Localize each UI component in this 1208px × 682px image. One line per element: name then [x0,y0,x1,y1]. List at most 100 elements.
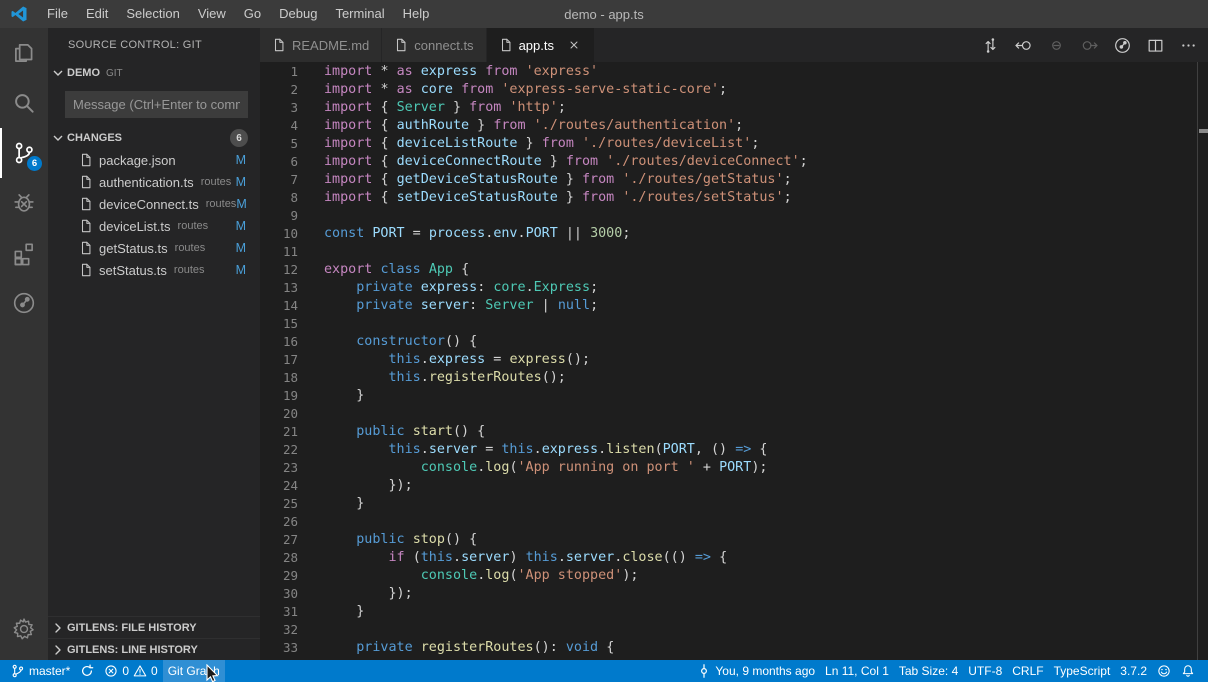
code-line-23[interactable]: 23 console.log('App running on port ' + … [260,459,1208,477]
activitybar-extensions[interactable] [0,228,48,278]
maximize-button[interactable] [1116,0,1162,28]
code-line-19[interactable]: 19 } [260,387,1208,405]
statusbar-indentation[interactable]: Tab Size: 4 [894,660,963,682]
code-line-11[interactable]: 11 [260,243,1208,261]
statusbar-encoding[interactable]: UTF-8 [963,660,1007,682]
changed-file-setStatus.ts[interactable]: setStatus.tsroutesM [48,259,260,281]
code-line-30[interactable]: 30 }); [260,585,1208,603]
statusbar-cursor-position[interactable]: Ln 11, Col 1 [820,660,894,682]
activitybar-debug[interactable] [0,178,48,228]
code-line-27[interactable]: 27 public stop() { [260,531,1208,549]
chevron-down-icon [50,65,66,81]
changed-file-getStatus.ts[interactable]: getStatus.tsroutesM [48,237,260,259]
code-line-9[interactable]: 9 [260,207,1208,225]
statusbar-language-mode[interactable]: TypeScript [1049,660,1116,682]
code-line-12[interactable]: 12export class App { [260,261,1208,279]
statusbar-branch-indicator[interactable]: master* [6,660,75,682]
tab-connect.ts[interactable]: connect.ts [382,28,486,62]
changed-file-deviceList.ts[interactable]: deviceList.tsroutesM [48,215,260,237]
code-line-21[interactable]: 21 public start() { [260,423,1208,441]
code-line-2[interactable]: 2import * as core from 'express-serve-st… [260,81,1208,99]
repo-section-header[interactable]: DEMO GIT [48,62,260,84]
minimize-button[interactable] [1070,0,1116,28]
statusbar-sync-button[interactable] [75,660,99,682]
tab-README.md[interactable]: README.md [260,28,382,62]
activitybar-explorer[interactable] [0,28,48,78]
code-line-26[interactable]: 26 [260,513,1208,531]
statusbar-label: 0 [122,664,129,678]
code-line-17[interactable]: 17 this.express = express(); [260,351,1208,369]
code-line-22[interactable]: 22 this.server = this.express.listen(POR… [260,441,1208,459]
changed-file-package.json[interactable]: package.jsonM [48,149,260,171]
gitlens-file-history-button[interactable] [1112,35,1132,55]
changes-section-header[interactable]: CHANGES 6 [48,127,260,149]
close-icon [568,39,580,51]
panel-label: GITLENS: FILE HISTORY [67,622,197,634]
statusbar-feedback[interactable] [1152,660,1176,682]
file-name: authentication.ts [99,175,194,190]
statusbar-typescript-version[interactable]: 3.7.2 [1115,660,1152,682]
code-line-4[interactable]: 4import { authRoute } from './routes/aut… [260,117,1208,135]
tab-close-button[interactable] [566,37,582,53]
next-change-button[interactable] [1079,35,1099,55]
code-line-29[interactable]: 29 console.log('App stopped'); [260,567,1208,585]
changed-file-deviceConnect.ts[interactable]: deviceConnect.tsroutesM [48,193,260,215]
code-line-13[interactable]: 13 private express: core.Express; [260,279,1208,297]
line-content: import * as express from 'express' [298,63,598,81]
line-content: }); [298,477,413,495]
code-line-3[interactable]: 3import { Server } from 'http'; [260,99,1208,117]
code-line-10[interactable]: 10const PORT = process.env.PORT || 3000; [260,225,1208,243]
code-line-1[interactable]: 1import * as express from 'express' [260,63,1208,81]
menu-go[interactable]: Go [235,0,270,28]
panel-gitlens-file-history[interactable]: GITLENS: FILE HISTORY [48,616,260,638]
menu-edit[interactable]: Edit [77,0,117,28]
statusbar-git-graph-button[interactable]: Git Graph [163,660,225,682]
code-line-8[interactable]: 8import { setDeviceStatusRoute } from '.… [260,189,1208,207]
code-line-7[interactable]: 7import { getDeviceStatusRoute } from '.… [260,171,1208,189]
statusbar-eol[interactable]: CRLF [1007,660,1048,682]
statusbar-problems-indicator[interactable]: 00 [99,660,162,682]
panel-gitlens-line-history[interactable]: GITLENS: LINE HISTORY [48,638,260,660]
line-content: import { deviceListRoute } from './route… [298,135,759,153]
split-editor-button[interactable] [1145,35,1165,55]
tab-app.ts[interactable]: app.ts [487,28,595,62]
menu-terminal[interactable]: Terminal [326,0,393,28]
file-path: routes [174,264,205,276]
code-line-32[interactable]: 32 [260,621,1208,639]
line-content: import { authRoute } from './routes/auth… [298,117,743,135]
changed-file-authentication.ts[interactable]: authentication.tsroutesM [48,171,260,193]
editor-scrollbar[interactable] [1197,62,1208,660]
previous-change-button[interactable] [1046,35,1066,55]
code-line-5[interactable]: 5import { deviceListRoute } from './rout… [260,135,1208,153]
statusbar-notifications[interactable] [1176,660,1200,682]
git-graph-view-button[interactable] [980,35,1000,55]
open-changes-with-previous-button[interactable] [1013,35,1033,55]
activitybar-gitlens[interactable] [0,278,48,328]
menu-help[interactable]: Help [394,0,439,28]
activitybar-manage[interactable] [0,604,48,654]
code-line-24[interactable]: 24 }); [260,477,1208,495]
activitybar-search[interactable] [0,78,48,128]
menu-view[interactable]: View [189,0,235,28]
code-line-20[interactable]: 20 [260,405,1208,423]
activitybar-source-control[interactable]: 6 [0,128,48,178]
code-line-14[interactable]: 14 private server: Server | null; [260,297,1208,315]
code-line-16[interactable]: 16 constructor() { [260,333,1208,351]
code-line-28[interactable]: 28 if (this.server) this.server.close(()… [260,549,1208,567]
code-line-33[interactable]: 33 private registerRoutes(): void { [260,639,1208,657]
chevron-right-icon [48,642,67,658]
menu-debug[interactable]: Debug [270,0,326,28]
commit-message-input[interactable] [65,91,248,118]
menu-file[interactable]: File [38,0,77,28]
code-line-31[interactable]: 31 } [260,603,1208,621]
code-line-18[interactable]: 18 this.registerRoutes(); [260,369,1208,387]
close-button[interactable] [1162,0,1208,28]
more-actions-button[interactable] [1178,35,1198,55]
code-line-15[interactable]: 15 [260,315,1208,333]
code-line-6[interactable]: 6import { deviceConnectRoute } from './r… [260,153,1208,171]
menu-selection[interactable]: Selection [117,0,188,28]
statusbar-label: Git Graph [168,664,220,678]
code-editor[interactable]: 1import * as express from 'express'2impo… [260,62,1208,660]
statusbar-blame-annotation[interactable]: You, 9 months ago [692,660,820,682]
code-line-25[interactable]: 25 } [260,495,1208,513]
